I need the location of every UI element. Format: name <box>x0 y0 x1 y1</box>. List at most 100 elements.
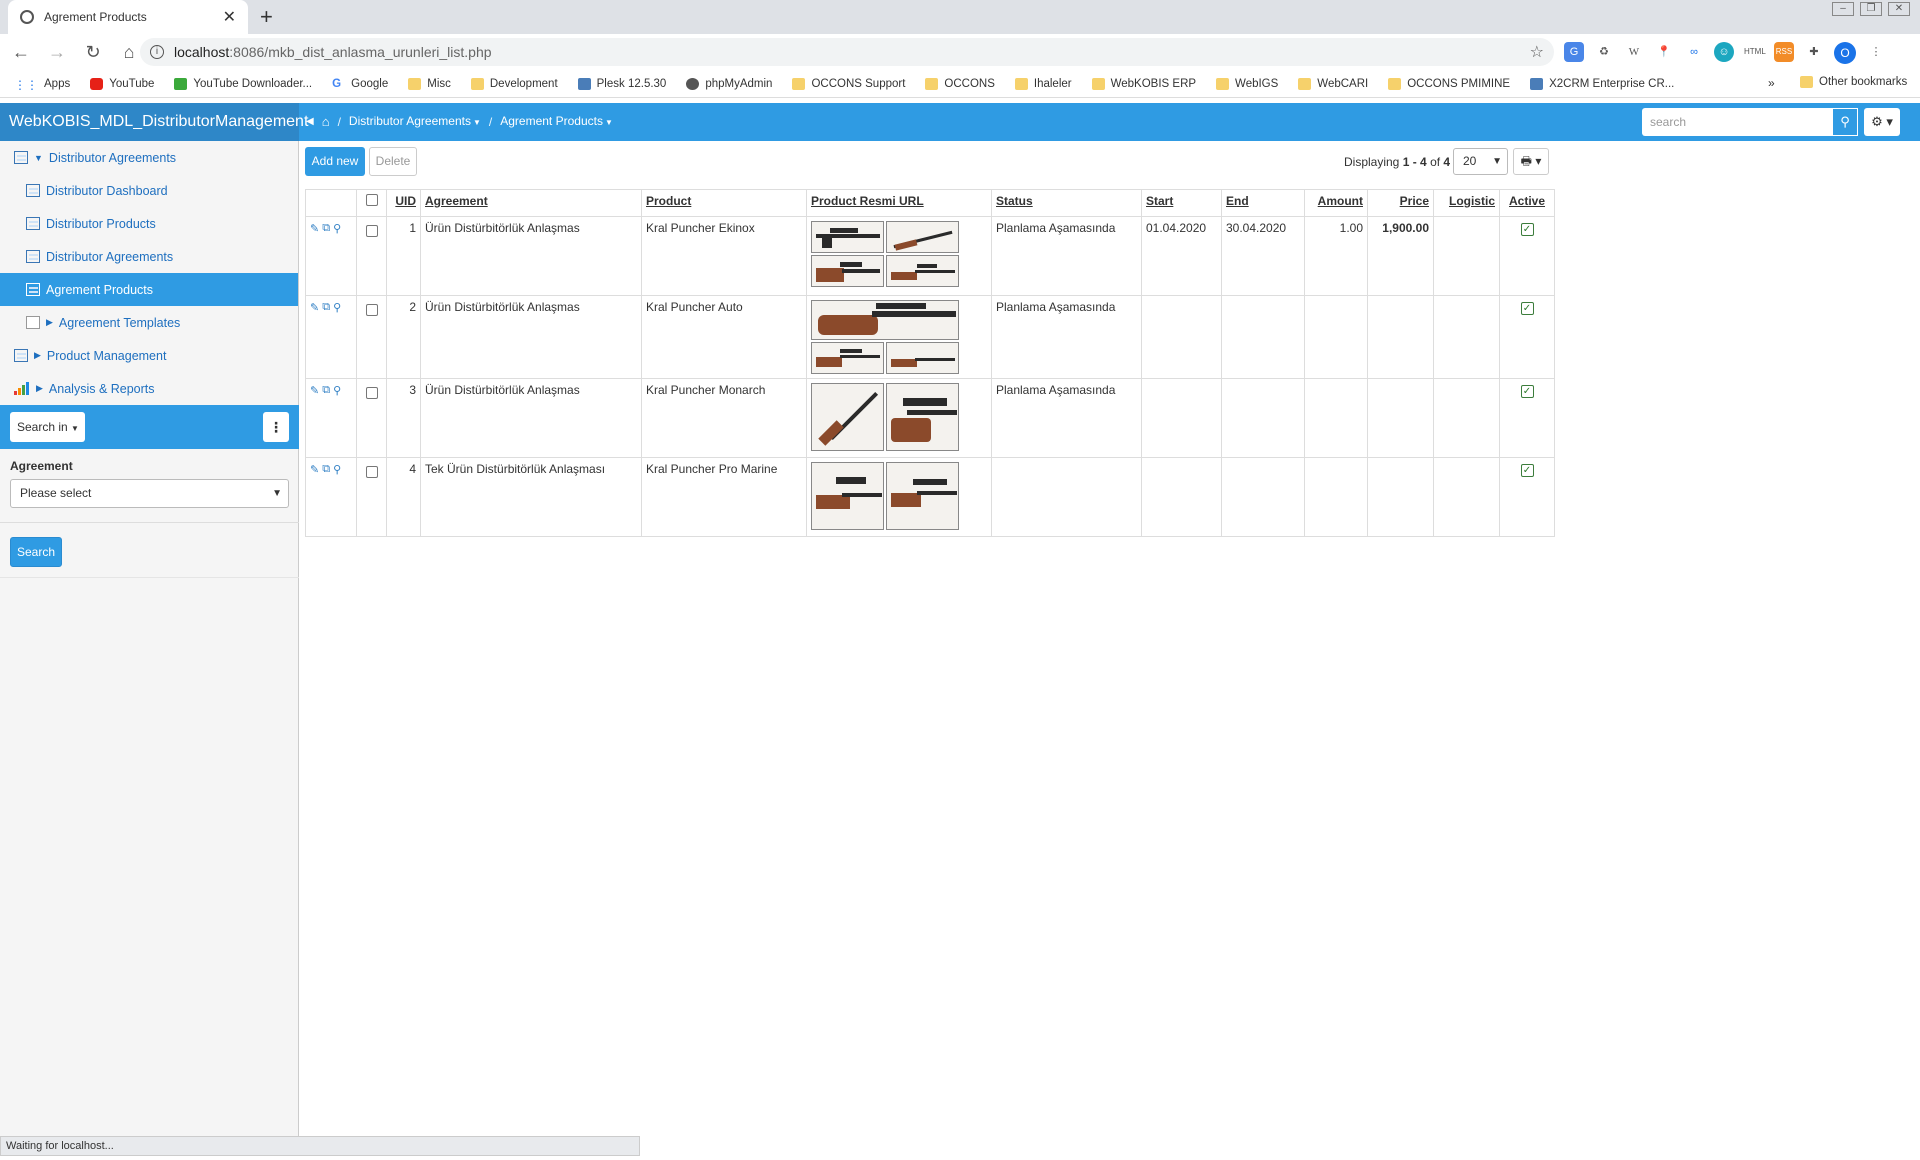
bookmark-youtube[interactable]: YouTube <box>90 77 154 90</box>
column-active[interactable]: Active <box>1499 189 1555 217</box>
puzzle-extension-icon[interactable]: ✚ <box>1804 42 1824 62</box>
product-thumbnail[interactable] <box>811 221 884 253</box>
product-thumbnail[interactable] <box>886 342 959 374</box>
product-thumbnail[interactable] <box>886 383 959 451</box>
bookmark-plesk[interactable]: Plesk 12.5.30 <box>577 77 666 90</box>
bookmark-google[interactable]: G Google <box>332 78 388 90</box>
bookmark-webigs[interactable]: WebIGS <box>1216 77 1278 90</box>
bookmark-occons-pmimine[interactable]: OCCONS PMIMINE <box>1388 77 1510 90</box>
edit-pencil-icon[interactable]: ✎ <box>310 222 319 235</box>
column-uid[interactable]: UID <box>386 189 421 217</box>
column-end[interactable]: End <box>1221 189 1305 217</box>
recycle-extension-icon[interactable]: ♻ <box>1594 42 1614 62</box>
bookmark-occons[interactable]: OCCONS <box>925 77 995 90</box>
rss-extension-icon[interactable]: RSS <box>1774 42 1794 62</box>
delete-button[interactable]: Delete <box>369 147 417 176</box>
forward-icon[interactable]: → <box>42 42 72 63</box>
app-search-input[interactable]: search <box>1642 108 1832 136</box>
sidebar-item-product-management[interactable]: ▶ Product Management <box>0 339 298 372</box>
close-window-button[interactable]: ✕ <box>1888 2 1910 16</box>
product-thumbnail[interactable] <box>811 342 884 374</box>
product-thumbnail[interactable] <box>811 383 884 451</box>
records-per-page-select[interactable]: 20 ▼ <box>1453 148 1508 175</box>
translate-extension-icon[interactable]: G <box>1564 42 1584 62</box>
bookmark-misc[interactable]: Misc <box>408 77 451 90</box>
map-pin-extension-icon[interactable]: 📍 <box>1654 42 1674 62</box>
ghost-extension-icon[interactable]: ☺ <box>1714 42 1734 62</box>
search-in-dropdown[interactable]: Search in ▼ <box>10 412 85 442</box>
product-thumbnail[interactable] <box>886 255 959 287</box>
profile-avatar[interactable]: O <box>1834 42 1856 64</box>
copy-icon[interactable]: ⧉ <box>322 222 330 235</box>
column-product[interactable]: Product <box>641 189 807 217</box>
copy-icon[interactable]: ⧉ <box>322 301 330 314</box>
html-extension-icon[interactable]: HTML <box>1744 42 1766 62</box>
bookmark-webcari[interactable]: WebCARI <box>1298 77 1368 90</box>
copy-icon[interactable]: ⧉ <box>322 463 330 476</box>
column-amount[interactable]: Amount <box>1304 189 1368 217</box>
column-product-image[interactable]: Product Resmi URL <box>806 189 992 217</box>
copy-icon[interactable]: ⧉ <box>322 384 330 397</box>
bookmark-webkobis-erp[interactable]: WebKOBIS ERP <box>1091 77 1196 90</box>
restore-button[interactable]: ❐ <box>1860 2 1882 16</box>
new-tab-button[interactable]: + <box>260 4 273 30</box>
sidebar-item-distributor-agreements-group[interactable]: ▼ Distributor Agreements <box>0 141 298 174</box>
minimize-button[interactable]: – <box>1832 2 1854 16</box>
sidebar-item-agrement-products[interactable]: Agrement Products <box>0 273 298 306</box>
column-price[interactable]: Price <box>1367 189 1434 217</box>
bookmark-ihaleler[interactable]: Ihaleler <box>1014 77 1072 90</box>
view-magnifier-icon[interactable]: ⚲ <box>333 463 341 476</box>
print-button[interactable]: 🖶 ▾ <box>1513 148 1549 175</box>
bookmark-development[interactable]: Development <box>470 77 558 90</box>
address-bar[interactable]: i localhost:8086/mkb_dist_anlasma_urunle… <box>140 38 1554 66</box>
bookmark-other[interactable]: Other bookmarks <box>1800 76 1907 88</box>
breadcrumb-distributor-agreements[interactable]: Distributor Agreements ▼ <box>349 102 481 142</box>
close-icon[interactable]: ✕ <box>223 7 236 27</box>
column-logistic[interactable]: Logistic <box>1433 189 1500 217</box>
breadcrumb-agrement-products[interactable]: Agrement Products ▼ <box>500 102 613 142</box>
search-options-kebab-button[interactable]: ⋮ <box>263 412 289 442</box>
sidebar-item-distributor-products[interactable]: Distributor Products <box>0 207 298 240</box>
search-icon[interactable]: ⚲ <box>1832 108 1858 136</box>
bookmark-star-icon[interactable]: ☆ <box>1530 42 1544 62</box>
search-button[interactable]: Search <box>10 537 62 567</box>
bookmark-youtube-downloader[interactable]: YouTube Downloader... <box>174 77 312 90</box>
sidebar-item-analysis-reports[interactable]: ▶ Analysis & Reports <box>0 372 298 405</box>
bookmark-x2crm[interactable]: X2CRM Enterprise CR... <box>1530 77 1674 90</box>
settings-gear-button[interactable]: ⚙ ▾ <box>1864 108 1900 136</box>
bookmark-apps[interactable]: ⋮⋮ Apps <box>14 78 70 92</box>
row-checkbox[interactable] <box>365 225 378 237</box>
wikipedia-extension-icon[interactable]: W <box>1624 42 1644 62</box>
view-magnifier-icon[interactable]: ⚲ <box>333 301 341 314</box>
bookmark-phpmyadmin[interactable]: phpMyAdmin <box>686 77 772 90</box>
select-all-checkbox[interactable] <box>365 194 378 206</box>
sidebar-item-agreement-templates[interactable]: ▶ Agreement Templates <box>0 306 298 339</box>
product-thumbnail[interactable] <box>886 221 959 253</box>
info-icon[interactable]: i <box>150 45 164 59</box>
column-start[interactable]: Start <box>1141 189 1222 217</box>
view-magnifier-icon[interactable]: ⚲ <box>333 222 341 235</box>
view-magnifier-icon[interactable]: ⚲ <box>333 384 341 397</box>
browser-tab[interactable]: Agrement Products ✕ <box>8 0 248 34</box>
more-bookmarks-icon[interactable]: » <box>1768 76 1775 90</box>
app-brand[interactable]: WebKOBIS_MDL_DistributorManagement <box>0 103 308 141</box>
row-checkbox[interactable] <box>365 304 378 316</box>
edit-pencil-icon[interactable]: ✎ <box>310 384 319 397</box>
sidebar-item-distributor-agreements[interactable]: Distributor Agreements <box>0 240 298 273</box>
bookmark-occons-support[interactable]: OCCONS Support <box>792 77 905 90</box>
row-checkbox[interactable] <box>365 387 378 399</box>
column-status[interactable]: Status <box>991 189 1142 217</box>
back-caret-icon[interactable]: ◀ <box>306 103 314 141</box>
add-new-button[interactable]: Add new <box>305 147 365 176</box>
home-icon[interactable]: ⌂ <box>322 103 330 141</box>
reload-icon[interactable]: ↻ <box>78 42 108 63</box>
back-icon[interactable]: ← <box>6 42 36 63</box>
product-thumbnail[interactable] <box>811 462 884 530</box>
edit-pencil-icon[interactable]: ✎ <box>310 463 319 476</box>
column-agreement[interactable]: Agreement <box>420 189 642 217</box>
agreement-filter-select[interactable]: Please select ▼ <box>10 479 289 508</box>
edit-pencil-icon[interactable]: ✎ <box>310 301 319 314</box>
sidebar-item-distributor-dashboard[interactable]: Distributor Dashboard <box>0 174 298 207</box>
infinity-extension-icon[interactable]: ∞ <box>1684 42 1704 62</box>
product-thumbnail[interactable] <box>886 462 959 530</box>
